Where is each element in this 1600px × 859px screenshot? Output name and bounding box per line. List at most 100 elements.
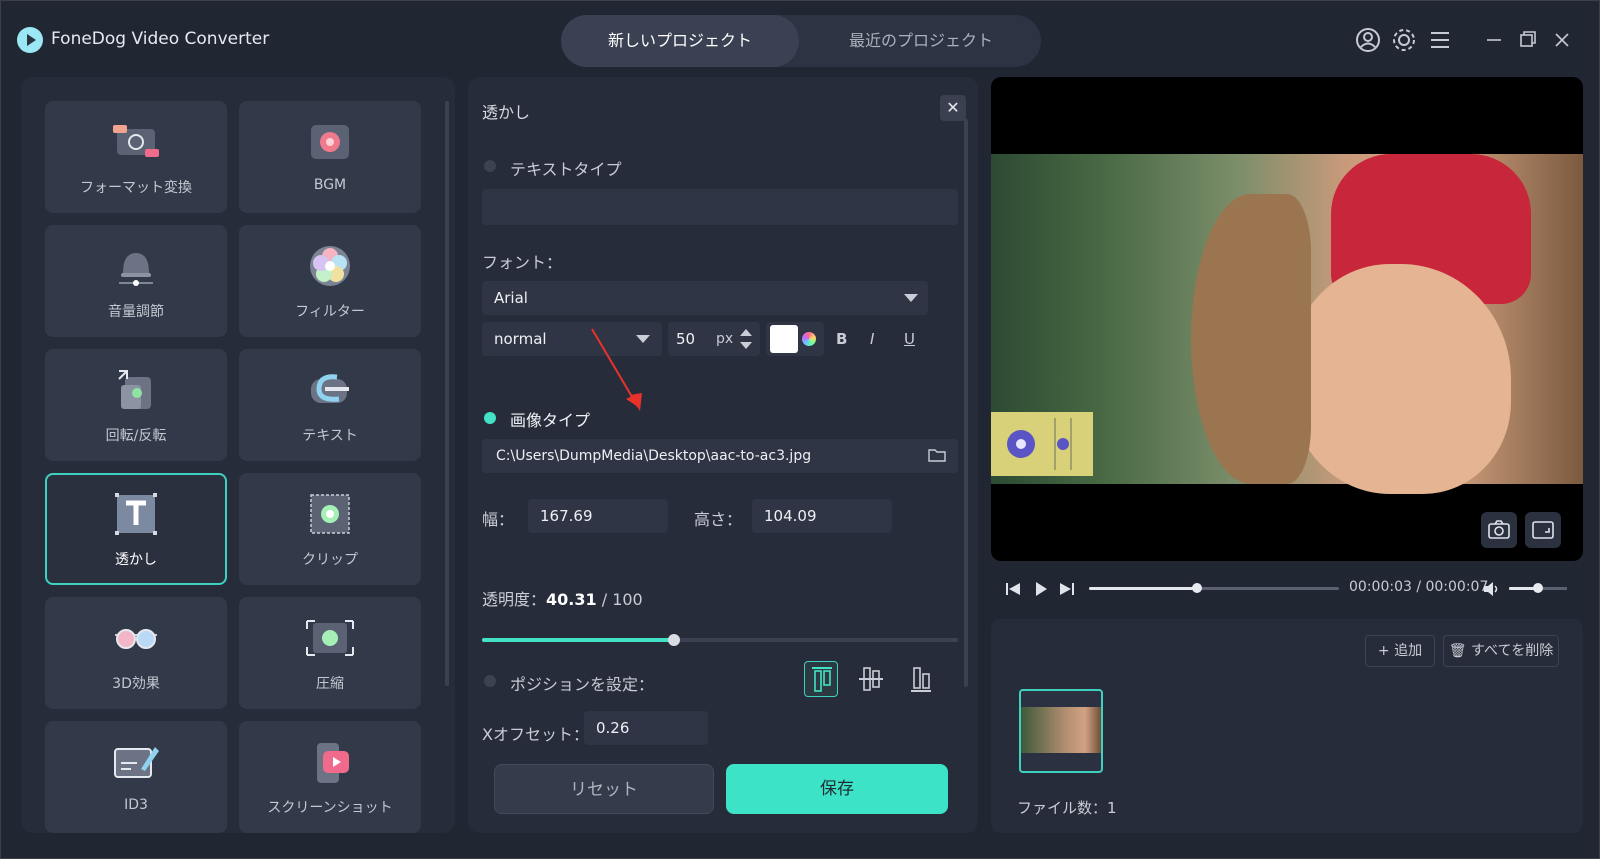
minimize-icon[interactable]	[1479, 25, 1509, 55]
opacity-label: 透明度：	[482, 590, 547, 609]
height-label: 高さ：	[694, 510, 743, 529]
color-wheel-icon	[802, 332, 816, 346]
underline-button[interactable]: U	[904, 330, 915, 348]
playback-progress-bar[interactable]	[1089, 583, 1339, 593]
volume-handle[interactable]	[1533, 583, 1543, 593]
volume-icon[interactable]	[1481, 579, 1501, 599]
stepper-down-icon[interactable]	[740, 342, 752, 349]
tool-rotate[interactable]: 回転/反転	[45, 349, 227, 461]
time-readout: 00:00:03 / 00:00:07	[1349, 579, 1489, 595]
font-family-value: Arial	[494, 289, 528, 307]
fullscreen-icon[interactable]	[1525, 512, 1561, 548]
panel-title: 透かし	[482, 103, 531, 122]
skip-forward-icon[interactable]	[1057, 579, 1077, 599]
tool-screenshot[interactable]: スクリーンショット	[239, 721, 421, 833]
tool-watermark[interactable]: 透かし	[45, 473, 227, 585]
skip-back-icon[interactable]	[1003, 579, 1023, 599]
position-label: ポジションを設定：	[510, 675, 655, 694]
menu-icon[interactable]	[1425, 25, 1455, 55]
window-controls	[1353, 25, 1581, 55]
align-top-icon[interactable]	[804, 661, 838, 697]
snapshot-camera-icon[interactable]	[1481, 512, 1517, 548]
panel-close-icon[interactable]: ✕	[940, 95, 966, 121]
reset-button[interactable]: リセット	[494, 764, 714, 814]
image-type-radio[interactable]	[484, 412, 496, 424]
add-file-button[interactable]: + 追加	[1365, 635, 1435, 667]
image-type-label: 画像タイプ	[510, 411, 591, 430]
id3-icon	[111, 739, 161, 785]
bold-button[interactable]: B	[836, 330, 847, 348]
image-path-value: C:\Users\DumpMedia\Desktop\aac-to-ac3.jp…	[496, 448, 812, 464]
tool-filter[interactable]: フィルター	[239, 225, 421, 337]
project-tabs: 新しいプロジェクト 最近のプロジェクト	[561, 15, 1041, 67]
opacity-slider[interactable]	[482, 634, 958, 646]
video-preview	[991, 77, 1583, 561]
watermark-overlay-image	[991, 412, 1093, 476]
align-center-icon[interactable]	[854, 661, 888, 697]
opacity-readout: 透明度：40.31 / 100	[482, 586, 643, 610]
tool-panel-scrollbar[interactable]	[445, 101, 449, 686]
tab-new-project[interactable]: 新しいプロジェクト	[561, 15, 799, 67]
red-arrow-annotation	[591, 328, 642, 411]
font-size-unit: px	[716, 331, 734, 347]
tab-recent-projects[interactable]: 最近のプロジェクト	[801, 15, 1041, 67]
3d-glasses-icon	[111, 615, 161, 661]
thumbnail-image	[1021, 707, 1101, 753]
panel-scrollbar[interactable]	[964, 119, 968, 687]
delete-all-button[interactable]: 🗑 すべてを削除	[1443, 635, 1559, 667]
play-icon[interactable]	[1031, 579, 1051, 599]
tool-label: 3D効果	[112, 676, 160, 692]
italic-button[interactable]: I	[870, 330, 874, 348]
color-picker[interactable]	[766, 322, 824, 356]
settings-gear-icon[interactable]	[1389, 25, 1419, 55]
watermark-text-input[interactable]	[482, 189, 958, 225]
tool-label: 回転/反転	[105, 428, 167, 444]
progress-fill	[1089, 587, 1197, 590]
tool-clip[interactable]: クリップ	[239, 473, 421, 585]
font-family-select[interactable]: Arial	[482, 281, 928, 315]
folder-icon[interactable]	[928, 448, 946, 462]
text-type-radio[interactable]	[484, 160, 496, 172]
tool-text[interactable]: テキスト	[239, 349, 421, 461]
tool-volume[interactable]: 音量調節	[45, 225, 227, 337]
tool-bgm[interactable]: BGM	[239, 101, 421, 213]
tool-label: クリップ	[302, 552, 358, 568]
image-path-field[interactable]: C:\Users\DumpMedia\Desktop\aac-to-ac3.jp…	[482, 439, 958, 473]
font-size-value: 50	[676, 330, 696, 348]
text-type-label: テキストタイプ	[510, 160, 622, 179]
position-radio[interactable]	[484, 675, 496, 687]
file-thumbnail[interactable]	[1019, 689, 1103, 773]
volume-slider[interactable]	[1509, 583, 1567, 593]
account-icon[interactable]	[1353, 25, 1383, 55]
title-bar: FoneDog Video Converter 新しいプロジェクト 最近のプロジ…	[1, 1, 1600, 79]
tool-3d-effect[interactable]: 3D効果	[45, 597, 227, 709]
opacity-max: / 100	[601, 590, 643, 609]
restore-icon[interactable]	[1513, 25, 1543, 55]
font-label: フォント：	[482, 253, 563, 272]
tool-compress[interactable]: 圧縮	[239, 597, 421, 709]
align-bottom-icon[interactable]	[904, 661, 938, 697]
tool-label: ID3	[124, 797, 148, 813]
bgm-icon	[305, 119, 355, 165]
app-window: FoneDog Video Converter 新しいプロジェクト 最近のプロジ…	[0, 0, 1600, 859]
close-icon[interactable]	[1547, 25, 1577, 55]
file-count: ファイル数：1	[1017, 799, 1117, 817]
font-size-stepper[interactable]: 50 px	[668, 322, 760, 356]
app-logo-icon	[17, 27, 43, 53]
delete-all-label: すべてを削除	[1471, 643, 1554, 659]
hair-shape	[1191, 194, 1311, 484]
tool-id3[interactable]: ID3	[45, 721, 227, 833]
add-label: 追加	[1394, 643, 1423, 659]
tool-format-convert[interactable]: フォーマット変換	[45, 101, 227, 213]
width-input[interactable]: 167.69	[528, 499, 668, 533]
opacity-slider-fill	[482, 638, 674, 642]
save-button[interactable]: 保存	[726, 764, 948, 814]
height-input[interactable]: 104.09	[752, 499, 892, 533]
opacity-slider-handle[interactable]	[667, 634, 680, 646]
tool-label: 圧縮	[316, 676, 344, 692]
progress-handle[interactable]	[1191, 583, 1202, 593]
tool-label: フィルター	[295, 304, 365, 320]
stepper-up-icon[interactable]	[740, 329, 752, 336]
x-offset-input[interactable]: 0.26	[584, 711, 708, 745]
clip-icon	[305, 491, 355, 537]
